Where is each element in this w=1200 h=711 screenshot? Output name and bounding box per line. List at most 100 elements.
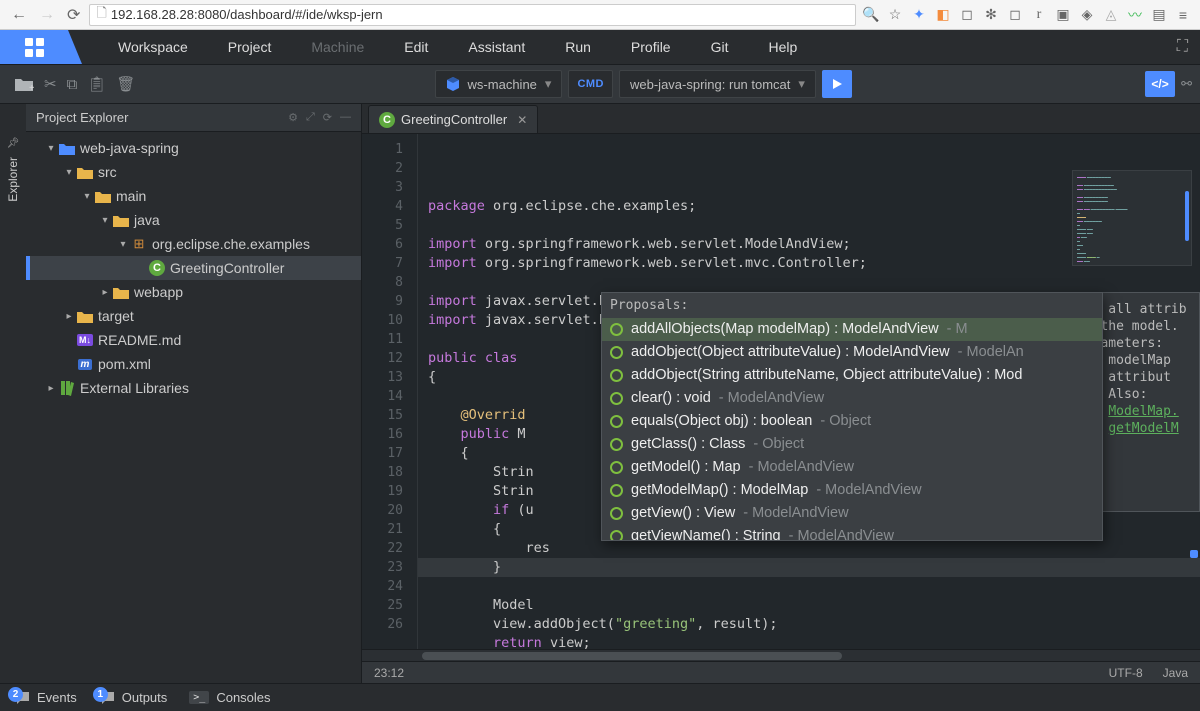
tree-item-org-eclipse-che-examples[interactable]: ⊞org.eclipse.che.examples <box>26 232 361 256</box>
completion-item[interactable]: getModel() : Map - ModelAndView <box>602 456 1102 479</box>
bottom-tab-events[interactable]: 2Events <box>14 690 77 705</box>
horizontal-scrollbar[interactable] <box>362 649 1200 661</box>
menu-bar: WorkspaceProjectMachineEditAssistantRunP… <box>0 30 1200 64</box>
rail-tab-explorer[interactable]: Explorer <box>4 149 22 210</box>
tree-item-java[interactable]: java <box>26 208 361 232</box>
completion-item[interactable]: getViewName() : String - ModelAndView <box>602 525 1102 540</box>
editor-tabs: C GreetingController ✕ <box>362 104 1200 134</box>
ext-icon-8[interactable]: ◈ <box>1078 6 1096 24</box>
url-bar[interactable]: 🗋 192.168.28.28:8080/dashboard/#/ide/wks… <box>89 4 856 26</box>
menu-workspace[interactable]: Workspace <box>98 30 208 64</box>
menu-help[interactable]: Help <box>748 30 817 64</box>
tab-label: GreetingController <box>401 112 507 127</box>
method-icon <box>610 323 623 336</box>
ext-icon-9[interactable]: ◬ <box>1102 6 1120 24</box>
completion-item[interactable]: getView() : View - ModelAndView <box>602 502 1102 525</box>
reload-button[interactable]: ⟳ <box>64 5 83 25</box>
ext-icon-5[interactable]: ◻ <box>1006 6 1024 24</box>
completion-item[interactable]: equals(Object obj) : boolean - Object <box>602 410 1102 433</box>
che-logo[interactable] <box>0 30 68 64</box>
back-button[interactable]: ← <box>8 6 30 24</box>
ext-icon-4[interactable]: ✻ <box>982 6 1000 24</box>
svg-text:+: + <box>29 83 34 93</box>
ext-icon-7[interactable]: ▣ <box>1054 6 1072 24</box>
bottom-tab-outputs[interactable]: 1Outputs <box>99 690 168 705</box>
editor-content[interactable]: 1234567891011121314151617181920212223242… <box>362 134 1200 649</box>
editor-area: C GreetingController ✕ 12345678910111213… <box>362 104 1200 683</box>
tree-item-web-java-spring[interactable]: web-java-spring <box>26 136 361 160</box>
completion-item[interactable]: getClass() : Class - Object <box>602 433 1102 456</box>
forward-button[interactable]: → <box>36 6 58 24</box>
cube-icon <box>446 77 460 91</box>
ext-icon-2[interactable]: ◧ <box>934 6 952 24</box>
code-area[interactable]: package org.eclipse.che.examples; import… <box>418 134 1200 649</box>
refresh-icon[interactable]: ⟳ <box>323 111 332 124</box>
status-bar: 23:12 UTF-8 Java <box>362 661 1200 683</box>
delete-icon[interactable]: 🗑︎ <box>116 75 135 93</box>
menu-icon[interactable]: ≡ <box>1174 6 1192 24</box>
tree-item-main[interactable]: main <box>26 184 361 208</box>
tree-item-webapp[interactable]: webapp <box>26 280 361 304</box>
menu-assistant[interactable]: Assistant <box>448 30 545 64</box>
zoom-icon[interactable]: 🔍 <box>862 6 880 24</box>
project-explorer: Project Explorer ⚙ ⤢ ⟳ — web-java-spring… <box>26 104 362 683</box>
page-icon: 🗋 <box>96 4 106 26</box>
ide-root: WorkspaceProjectMachineEditAssistantRunP… <box>0 30 1200 711</box>
cut-icon[interactable]: ✂ <box>44 75 57 93</box>
star-icon[interactable]: ☆ <box>886 6 904 24</box>
bottom-tab-consoles[interactable]: >_Consoles <box>189 690 270 705</box>
completion-popup[interactable]: Proposals: addAllObjects(Map modelMap) :… <box>601 292 1103 541</box>
explorer-title: Project Explorer <box>36 110 128 125</box>
ext-icon-1[interactable]: ✦ <box>910 6 928 24</box>
language-label[interactable]: Java <box>1163 666 1188 680</box>
ext-icon-3[interactable]: ◻ <box>958 6 976 24</box>
run-config-selector[interactable]: web-java-spring: run tomcat ▾ <box>619 70 816 98</box>
ext-icon-11[interactable]: ▤ <box>1150 6 1168 24</box>
fullscreen-icon[interactable]: ⛶ <box>1165 38 1200 56</box>
url-text: 192.168.28.28:8080/dashboard/#/ide/wksp-… <box>111 7 383 22</box>
tree-item-pom-xml[interactable]: mpom.xml <box>26 352 361 376</box>
machine-selector[interactable]: ws-machine ▾ <box>435 70 563 98</box>
menu-machine[interactable]: Machine <box>291 30 384 64</box>
ext-icon-10[interactable]: 〰 <box>1126 6 1144 24</box>
paste-icon[interactable]: 📋︎ <box>87 75 106 93</box>
completion-item[interactable]: getModelMap() : ModelMap - ModelAndView <box>602 479 1102 502</box>
class-icon: C <box>379 112 395 128</box>
gear-icon[interactable]: ⚙ <box>288 111 298 124</box>
tree-item-target[interactable]: target <box>26 304 361 328</box>
tree-item-readme-md[interactable]: M↓README.md <box>26 328 361 352</box>
minimize-icon[interactable]: — <box>340 111 351 124</box>
run-button[interactable] <box>822 70 852 98</box>
copy-icon[interactable]: ⧉ <box>67 76 78 93</box>
bottom-panel-tabs: 2Events 1Outputs >_Consoles <box>0 683 1200 711</box>
terminal-icon: >_ <box>189 691 209 704</box>
encoding-label[interactable]: UTF-8 <box>1109 666 1143 680</box>
scrollbar-thumb[interactable] <box>422 652 842 660</box>
code-view-button[interactable]: </> <box>1145 71 1175 97</box>
menu-profile[interactable]: Profile <box>611 30 691 64</box>
menu-git[interactable]: Git <box>691 30 749 64</box>
editor-tab[interactable]: C GreetingController ✕ <box>368 105 538 133</box>
cmd-badge: CMD <box>568 70 613 98</box>
link-icon[interactable]: ⚯ <box>1181 76 1192 92</box>
tree-item-greetingcontroller[interactable]: CGreetingController <box>26 256 361 280</box>
ext-icon-6[interactable]: r <box>1030 6 1048 24</box>
method-icon <box>610 438 623 451</box>
completion-item[interactable]: addObject(Object attributeValue) : Model… <box>602 341 1102 364</box>
method-icon <box>610 507 623 520</box>
explorer-header: Project Explorer ⚙ ⤢ ⟳ — <box>26 104 361 132</box>
completion-item[interactable]: addAllObjects(Map modelMap) : ModelAndVi… <box>602 318 1102 341</box>
menu-run[interactable]: Run <box>545 30 611 64</box>
pin-icon[interactable]: 📌︎ <box>7 138 20 149</box>
new-file-icon[interactable]: + <box>14 76 34 93</box>
project-tree[interactable]: web-java-springsrcmainjava⊞org.eclipse.c… <box>26 132 361 404</box>
menu-edit[interactable]: Edit <box>384 30 448 64</box>
completion-item[interactable]: clear() : void - ModelAndView <box>602 387 1102 410</box>
tree-item-src[interactable]: src <box>26 160 361 184</box>
method-icon <box>610 530 623 540</box>
tree-item-external-libraries[interactable]: External Libraries <box>26 376 361 400</box>
expand-panel-icon[interactable]: ⤢ <box>306 111 315 124</box>
close-icon[interactable]: ✕ <box>517 113 527 127</box>
completion-item[interactable]: addObject(String attributeName, Object a… <box>602 364 1102 387</box>
menu-project[interactable]: Project <box>208 30 292 64</box>
